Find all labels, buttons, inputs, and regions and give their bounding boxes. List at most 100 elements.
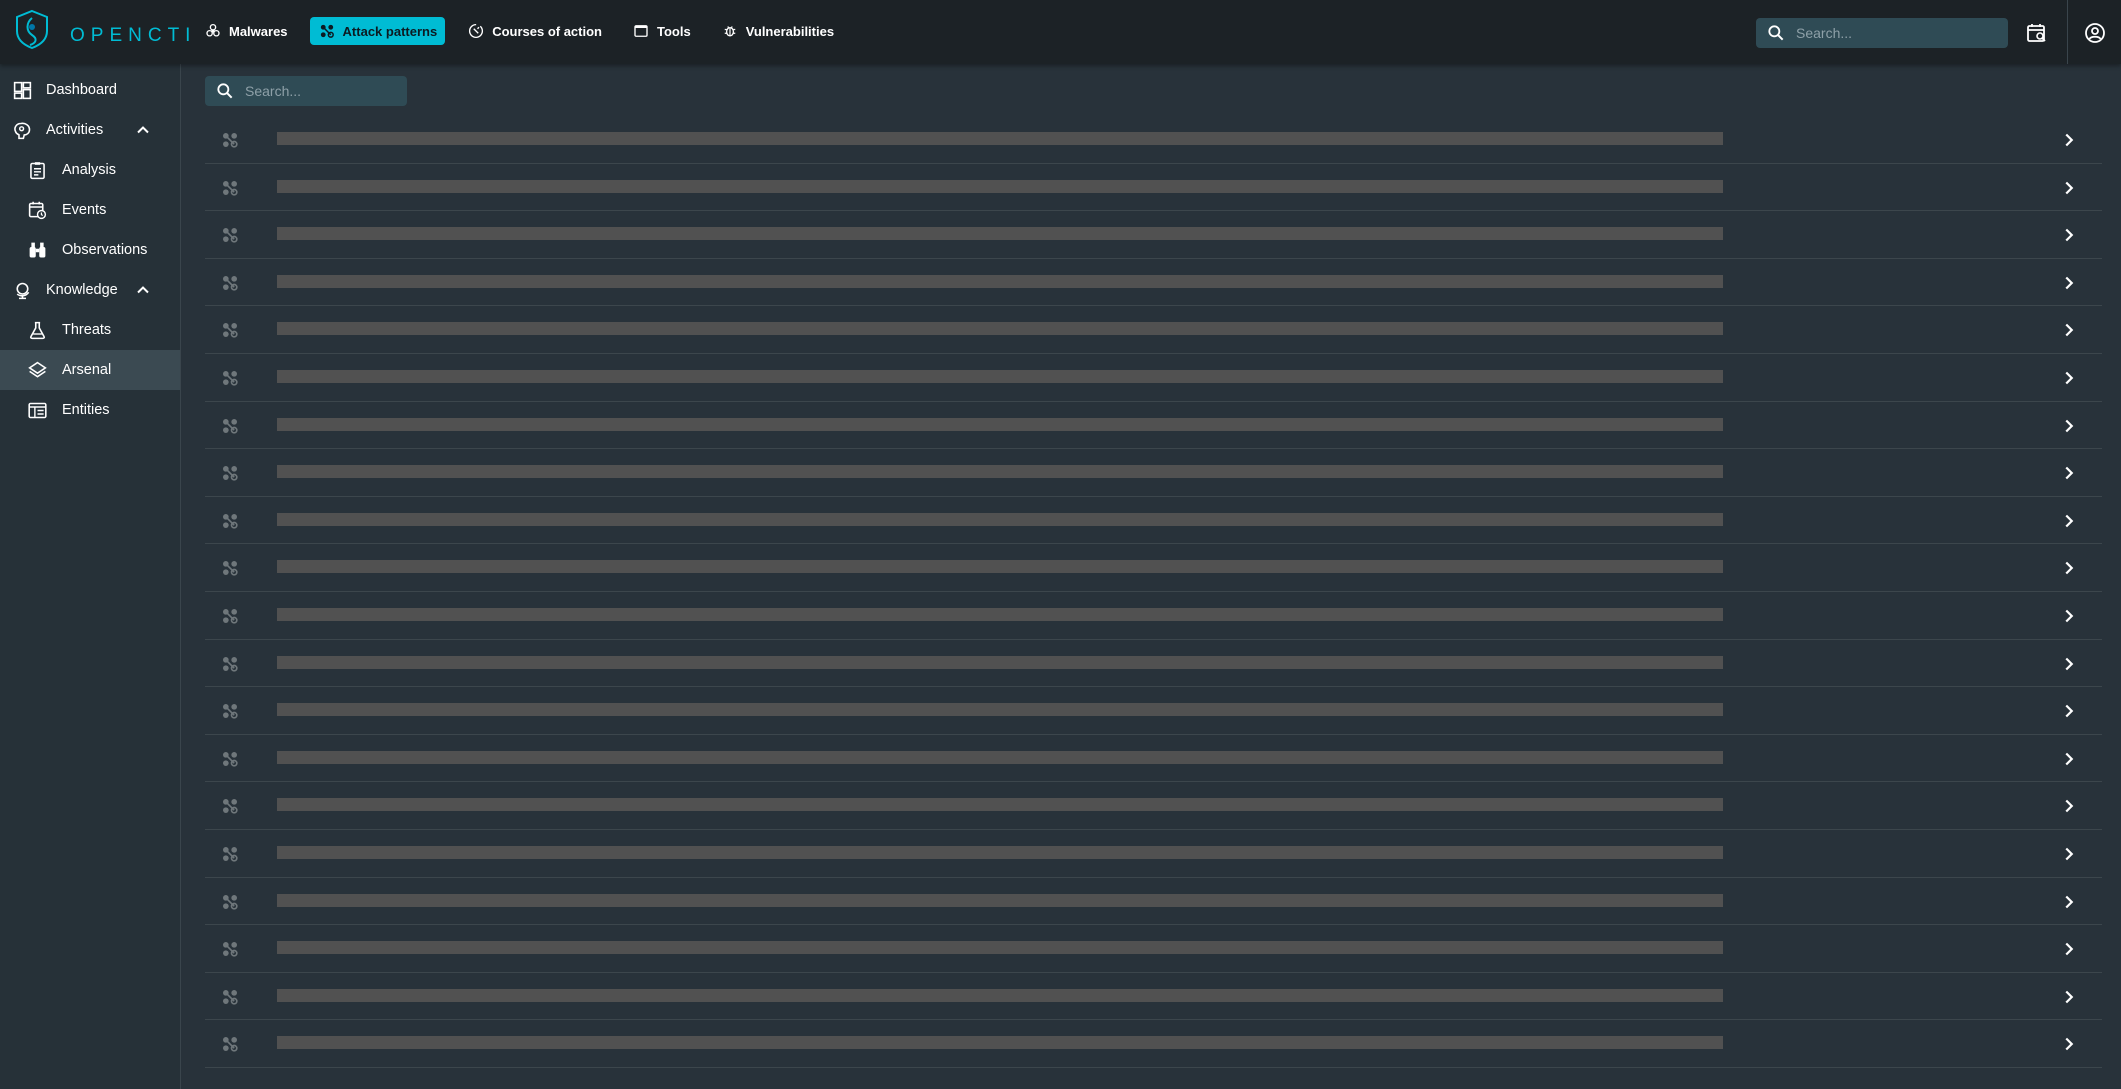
attack-pattern-icon (223, 275, 238, 291)
skeleton-bar (277, 369, 1723, 383)
chevron-right-icon (2065, 371, 2074, 385)
top-search-box[interactable] (1756, 18, 2008, 48)
skeleton-bar (277, 560, 1723, 574)
sidebar-item-events[interactable]: Events (0, 190, 180, 230)
sidebar-item-label: Analysis (62, 162, 116, 178)
attack-pattern-icon (223, 133, 238, 148)
list-search-input[interactable] (243, 82, 407, 100)
list-item[interactable] (205, 782, 2102, 830)
skeleton-bar (277, 941, 1723, 955)
attack-pattern-icon (223, 608, 238, 624)
list-item[interactable] (205, 449, 2102, 497)
chevron-right-icon (2065, 133, 2074, 147)
topbar-divider (2067, 0, 2068, 64)
sidebar-item-label: Activities (46, 122, 104, 138)
sidebar-item-label: Dashboard (46, 82, 117, 98)
chevron-right-icon (2065, 419, 2074, 432)
attack-pattern-icon (223, 894, 238, 910)
nav-malwares[interactable]: Malwares (196, 17, 296, 45)
clipboard-icon (30, 161, 45, 179)
chevron-right-icon (2065, 847, 2074, 861)
list-item[interactable] (205, 116, 2102, 164)
list-item[interactable] (205, 592, 2102, 640)
sidebar: Dashboard Activities Analysis Events Obs… (0, 64, 181, 1089)
list-item[interactable] (205, 640, 2102, 688)
sidebar-item-analysis[interactable]: Analysis (0, 150, 180, 190)
top-search-input[interactable] (1794, 24, 1958, 42)
skeleton-bar (277, 179, 1723, 193)
attack-patterns-list (205, 116, 2102, 1068)
list-item[interactable] (205, 402, 2102, 450)
chevron-up-icon[interactable] (133, 120, 153, 140)
calendar-search-button[interactable] (2024, 20, 2050, 46)
nav-tools[interactable]: Tools (624, 17, 699, 45)
bug-icon (724, 26, 735, 37)
attack-pattern-icon (223, 228, 238, 243)
calendar-clock-icon (28, 201, 47, 219)
list-item[interactable] (205, 1020, 2102, 1068)
account-button[interactable] (2082, 20, 2108, 46)
sidebar-item-threats[interactable]: Threats (0, 310, 180, 350)
list-item[interactable] (205, 164, 2102, 212)
list-item[interactable] (205, 259, 2102, 307)
sidebar-item-knowledge[interactable]: Knowledge (0, 270, 180, 310)
skeleton-bar (277, 845, 1723, 859)
skeleton-bar (277, 607, 1723, 621)
chevron-up-icon[interactable] (133, 280, 153, 300)
skeleton-bar (277, 227, 1723, 241)
attack-pattern-icon (223, 989, 238, 1005)
nav-attack-patterns-label: Attack patterns (342, 23, 438, 39)
list-item[interactable] (205, 830, 2102, 878)
skeleton-bar (277, 132, 1723, 145)
search-icon (217, 83, 233, 99)
sidebar-item-activities[interactable]: Activities (0, 110, 180, 150)
attack-pattern-icon (223, 418, 238, 434)
attack-pattern-icon (223, 513, 238, 529)
nav-courses-of-action[interactable]: Courses of action (459, 17, 610, 45)
sidebar-item-label: Entities (62, 402, 110, 418)
chevron-right-icon (2065, 228, 2074, 242)
list-item[interactable] (205, 306, 2102, 354)
attack-pattern-icon (320, 24, 334, 38)
globe-icon (16, 282, 30, 299)
skeleton-bar (277, 798, 1723, 812)
logo[interactable]: OPENCTI (10, 7, 190, 55)
chevron-right-icon (2065, 1038, 2074, 1051)
sidebar-item-observations[interactable]: Observations (0, 230, 180, 270)
chevron-right-icon (2065, 704, 2074, 718)
attack-pattern-icon (223, 799, 238, 814)
list-item[interactable] (205, 973, 2102, 1021)
progress-wrench-icon (469, 23, 484, 39)
attack-pattern-icon (223, 466, 238, 481)
list-item[interactable] (205, 211, 2102, 259)
nav-vulnerabilities-label: Vulnerabilities (745, 23, 835, 39)
list-item[interactable] (205, 544, 2102, 592)
sidebar-item-label: Events (62, 202, 107, 218)
layers-icon (28, 361, 47, 378)
list-item[interactable] (205, 687, 2102, 735)
list-item[interactable] (205, 735, 2102, 783)
list-item[interactable] (205, 878, 2102, 926)
flask-icon (29, 321, 46, 339)
skeleton-bar (277, 322, 1723, 336)
sidebar-item-entities[interactable]: Entities (0, 390, 180, 430)
skeleton-bar (277, 893, 1723, 907)
chevron-right-icon (2065, 990, 2074, 1003)
list-item[interactable] (205, 354, 2102, 402)
chevron-right-icon (2065, 942, 2074, 956)
chevron-right-icon (2065, 657, 2074, 670)
list-search-box[interactable] (205, 76, 407, 106)
skeleton-bar (277, 750, 1723, 764)
skeleton-bar (277, 417, 1723, 431)
nav-vulnerabilities[interactable]: Vulnerabilities (713, 17, 842, 45)
skeleton-bar (277, 988, 1723, 1002)
skeleton-bar (277, 655, 1723, 669)
sidebar-item-dashboard[interactable]: Dashboard (0, 70, 180, 110)
list-item[interactable] (205, 925, 2102, 973)
sidebar-item-arsenal[interactable]: Arsenal (0, 350, 180, 390)
chevron-right-icon (2065, 181, 2074, 194)
chevron-right-icon (2065, 514, 2074, 528)
account-circle-icon (2085, 23, 2105, 43)
nav-attack-patterns[interactable]: Attack patterns (309, 17, 446, 45)
list-item[interactable] (205, 497, 2102, 545)
